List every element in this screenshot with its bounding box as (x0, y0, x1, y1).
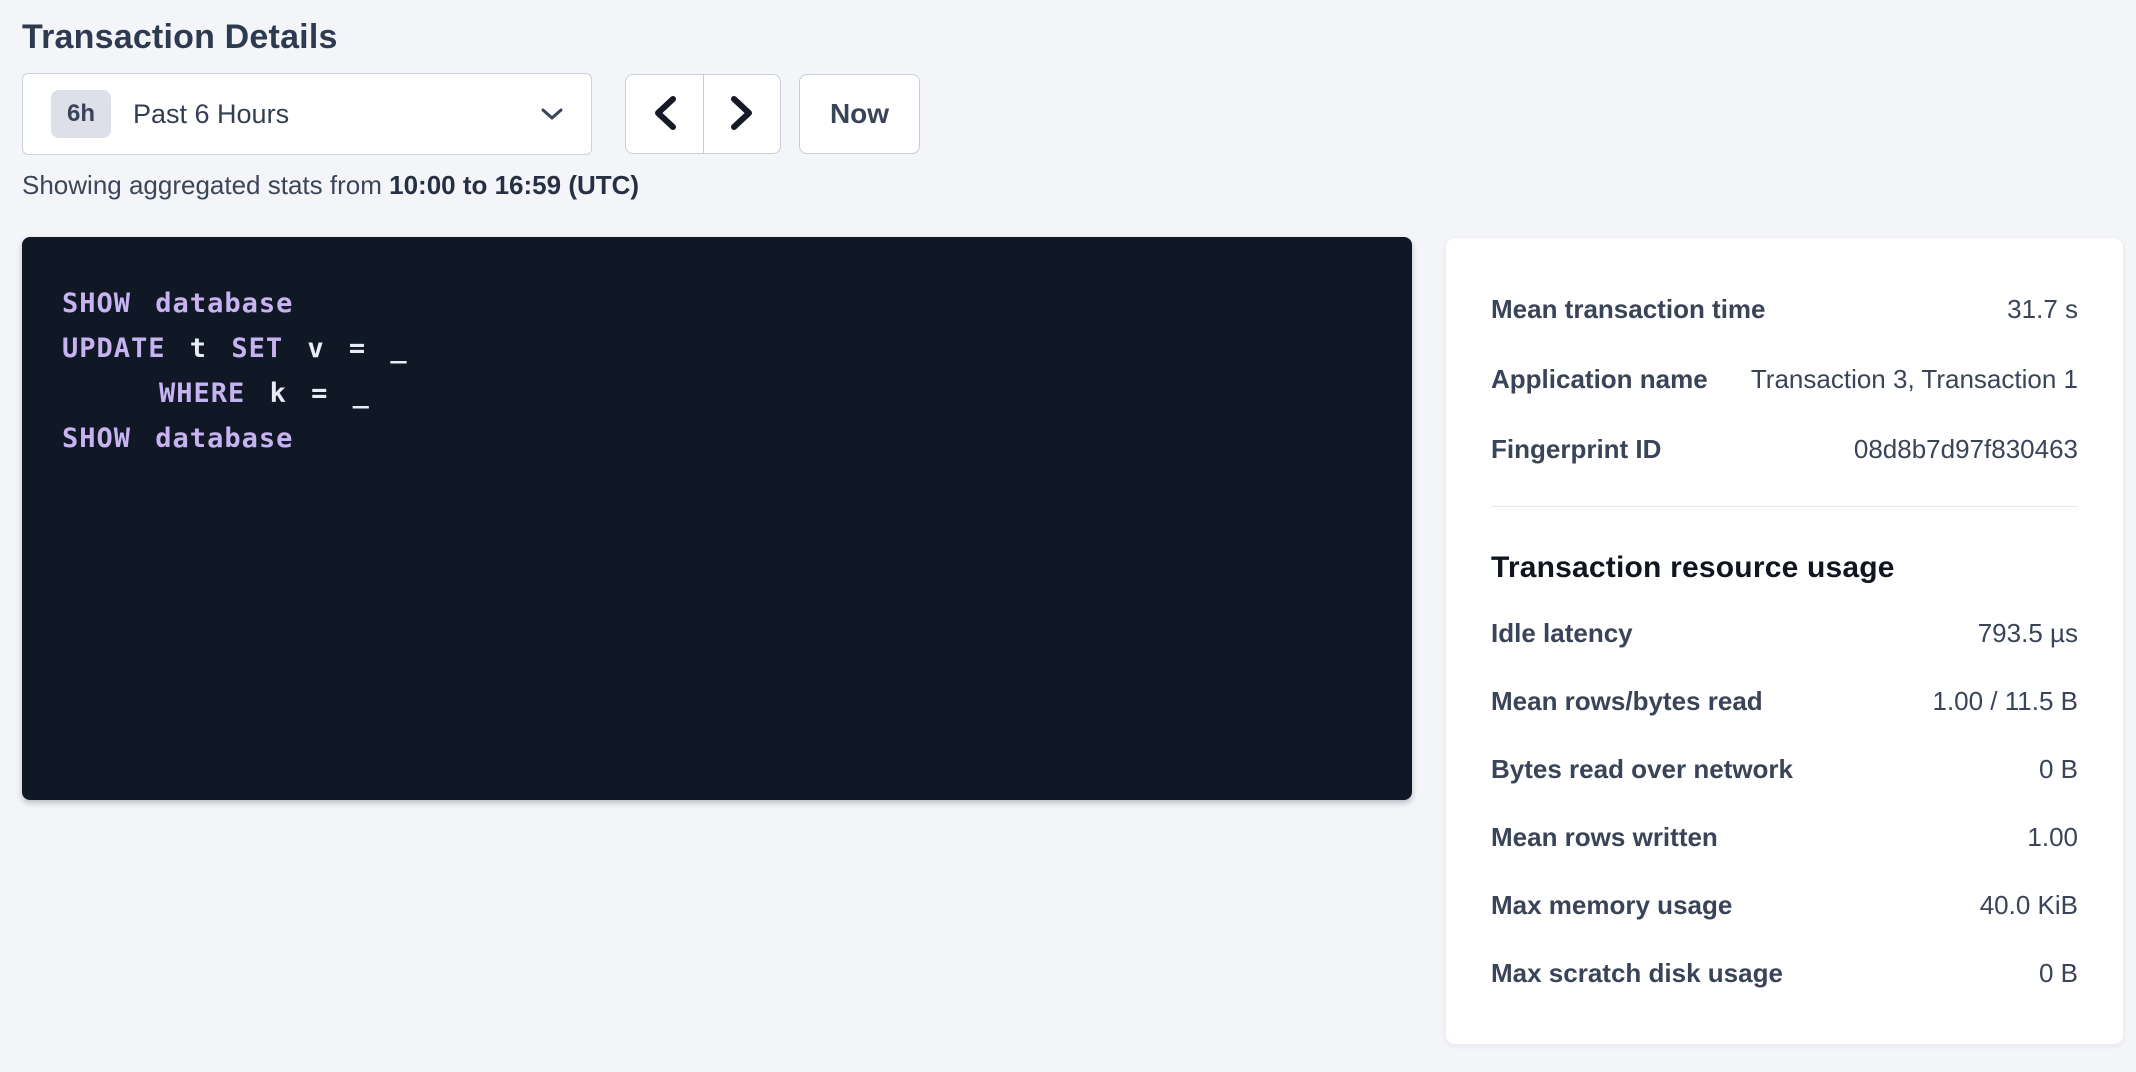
stat-row: Mean rows written 1.00 (1491, 803, 2078, 871)
stat-row: Bytes read over network 0 B (1491, 735, 2078, 803)
sql-line: SHOW database (62, 416, 1382, 461)
resource-usage-heading: Transaction resource usage (1491, 551, 2078, 585)
next-interval-button[interactable] (703, 75, 780, 153)
stat-value: 1.00 / 11.5 B (1932, 686, 2078, 717)
aggregation-window-text: Showing aggregated stats from 10:00 to 1… (22, 170, 2136, 201)
resource-usage-stats: Idle latency 793.5 µs Mean rows/bytes read… (1491, 599, 2078, 1007)
sql-line: WHERE k = _ (62, 371, 1382, 416)
aggregation-window-prefix: Showing aggregated stats from (22, 170, 389, 200)
now-button[interactable]: Now (799, 74, 920, 154)
stat-row: Mean rows/bytes read 1.00 / 11.5 B (1491, 667, 2078, 735)
stat-label: Bytes read over network (1491, 754, 1793, 785)
sql-line: SHOW database (62, 281, 1382, 326)
summary-stats: Mean transaction time 31.7 s Application n… (1491, 274, 2078, 484)
stat-row: Fingerprint ID 08d8b7d97f830463 (1491, 414, 2078, 484)
stat-label: Application name (1491, 364, 1708, 395)
stat-row: Max memory usage 40.0 KiB (1491, 871, 2078, 939)
stat-value: 0 B (2039, 958, 2078, 989)
time-range-dropdown[interactable]: 6h Past 6 Hours (22, 73, 592, 155)
previous-interval-button[interactable] (626, 75, 703, 153)
content-row: SHOW databaseUPDATE t SET v = _ WHERE k … (22, 237, 2136, 1045)
stat-label: Max scratch disk usage (1491, 958, 1783, 989)
time-step-group (625, 74, 781, 154)
sql-line: UPDATE t SET v = _ (62, 326, 1382, 371)
card-divider (1491, 506, 2078, 507)
chevron-left-icon (652, 95, 678, 134)
stat-label: Idle latency (1491, 618, 1633, 649)
time-controls: 6h Past 6 Hours (22, 73, 2136, 155)
stat-value: 0 B (2039, 754, 2078, 785)
transaction-sql-panel: SHOW databaseUPDATE t SET v = _ WHERE k … (22, 237, 1412, 800)
transaction-details-card: Mean transaction time 31.7 s Application n… (1445, 237, 2124, 1045)
stat-value: 793.5 µs (1978, 618, 2078, 649)
stat-value: Transaction 3, Transaction 1 (1751, 364, 2078, 395)
stat-value: 1.00 (2027, 822, 2078, 853)
stat-label: Mean transaction time (1491, 294, 1766, 325)
page-title: Transaction Details (22, 18, 2136, 57)
stat-value: 08d8b7d97f830463 (1854, 434, 2078, 465)
stat-label: Mean rows/bytes read (1491, 686, 1763, 717)
stat-value: 31.7 s (2007, 294, 2078, 325)
aggregation-window-range: 10:00 to 16:59 (UTC) (389, 170, 639, 200)
chevron-right-icon (729, 95, 755, 134)
time-range-label: Past 6 Hours (133, 99, 289, 130)
stat-row: Max scratch disk usage 0 B (1491, 939, 2078, 1007)
stat-label: Max memory usage (1491, 890, 1732, 921)
stat-row: Mean transaction time 31.7 s (1491, 274, 2078, 344)
stat-row: Application name Transaction 3, Transacti… (1491, 344, 2078, 414)
transaction-details-page: Transaction Details 6h Past 6 Hours (0, 0, 2136, 1072)
sql-code: SHOW databaseUPDATE t SET v = _ WHERE k … (62, 281, 1382, 461)
stat-row: Idle latency 793.5 µs (1491, 599, 2078, 667)
stat-value: 40.0 KiB (1980, 890, 2078, 921)
time-range-badge: 6h (51, 90, 111, 138)
stat-label: Fingerprint ID (1491, 434, 1661, 465)
stat-label: Mean rows written (1491, 822, 1718, 853)
chevron-down-icon (539, 105, 565, 123)
